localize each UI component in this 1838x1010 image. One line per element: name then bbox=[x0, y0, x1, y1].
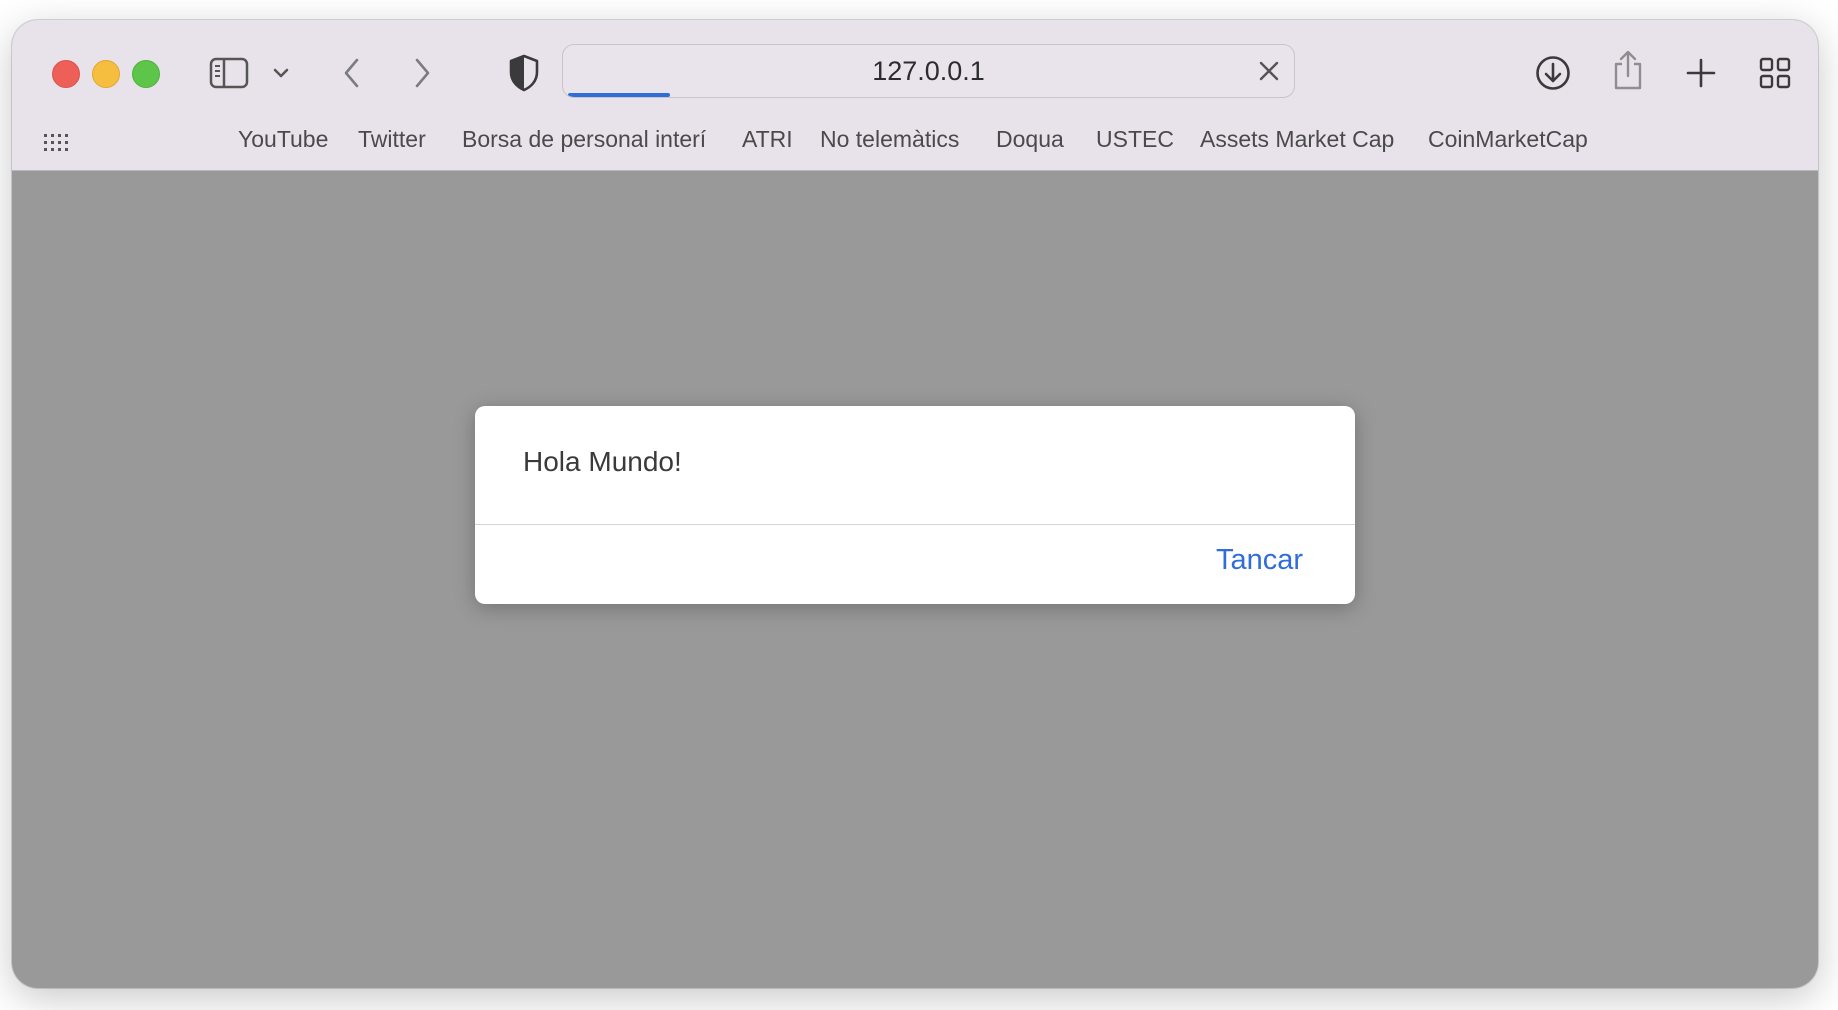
close-window-button[interactable] bbox=[52, 60, 80, 88]
bookmark-doqua[interactable]: Doqua bbox=[996, 126, 1064, 153]
bookmark-youtube[interactable]: YouTube bbox=[238, 126, 328, 153]
dialog-divider bbox=[475, 524, 1355, 525]
alert-dialog: Hola Mundo! Tancar bbox=[475, 406, 1355, 604]
dialog-message: Hola Mundo! bbox=[523, 446, 682, 477]
grid-dots-icon[interactable] bbox=[42, 130, 72, 156]
bookmark-ustec[interactable]: USTEC bbox=[1096, 126, 1174, 153]
tab-overview-icon[interactable] bbox=[1758, 56, 1792, 90]
address-bar[interactable]: 127.0.0.1 bbox=[562, 44, 1295, 98]
back-icon[interactable] bbox=[339, 56, 365, 90]
bookmark-borsa-personal[interactable]: Borsa de personal interí bbox=[462, 126, 706, 153]
favorites-bar: YouTube Twitter Borsa de personal interí… bbox=[12, 122, 1818, 166]
toolbar: 127.0.0.1 YouTube Twitter Borsa de perso… bbox=[12, 20, 1818, 171]
chevron-down-icon[interactable] bbox=[270, 60, 292, 86]
bookmark-assets-market-cap[interactable]: Assets Market Cap bbox=[1200, 126, 1394, 153]
sidebar-icon[interactable] bbox=[208, 54, 250, 92]
download-icon[interactable] bbox=[1534, 54, 1572, 92]
bookmark-coinmarketcap[interactable]: CoinMarketCap bbox=[1428, 126, 1588, 153]
bookmark-no-telematics[interactable]: No telemàtics bbox=[820, 126, 959, 153]
forward-icon[interactable] bbox=[409, 56, 435, 90]
bookmark-atri[interactable]: ATRI bbox=[742, 126, 793, 153]
bookmark-twitter[interactable]: Twitter bbox=[358, 126, 426, 153]
maximize-window-button[interactable] bbox=[132, 60, 160, 88]
browser-window: 127.0.0.1 YouTube Twitter Borsa de perso… bbox=[12, 20, 1818, 988]
share-icon[interactable] bbox=[1610, 48, 1646, 92]
new-tab-plus-icon[interactable] bbox=[1684, 56, 1718, 90]
minimize-window-button[interactable] bbox=[92, 60, 120, 88]
close-icon[interactable] bbox=[1256, 58, 1282, 84]
load-progress-bar bbox=[568, 93, 670, 97]
url-text: 127.0.0.1 bbox=[872, 55, 985, 86]
close-dialog-button[interactable]: Tancar bbox=[1216, 544, 1303, 577]
privacy-shield-icon[interactable] bbox=[506, 52, 542, 94]
